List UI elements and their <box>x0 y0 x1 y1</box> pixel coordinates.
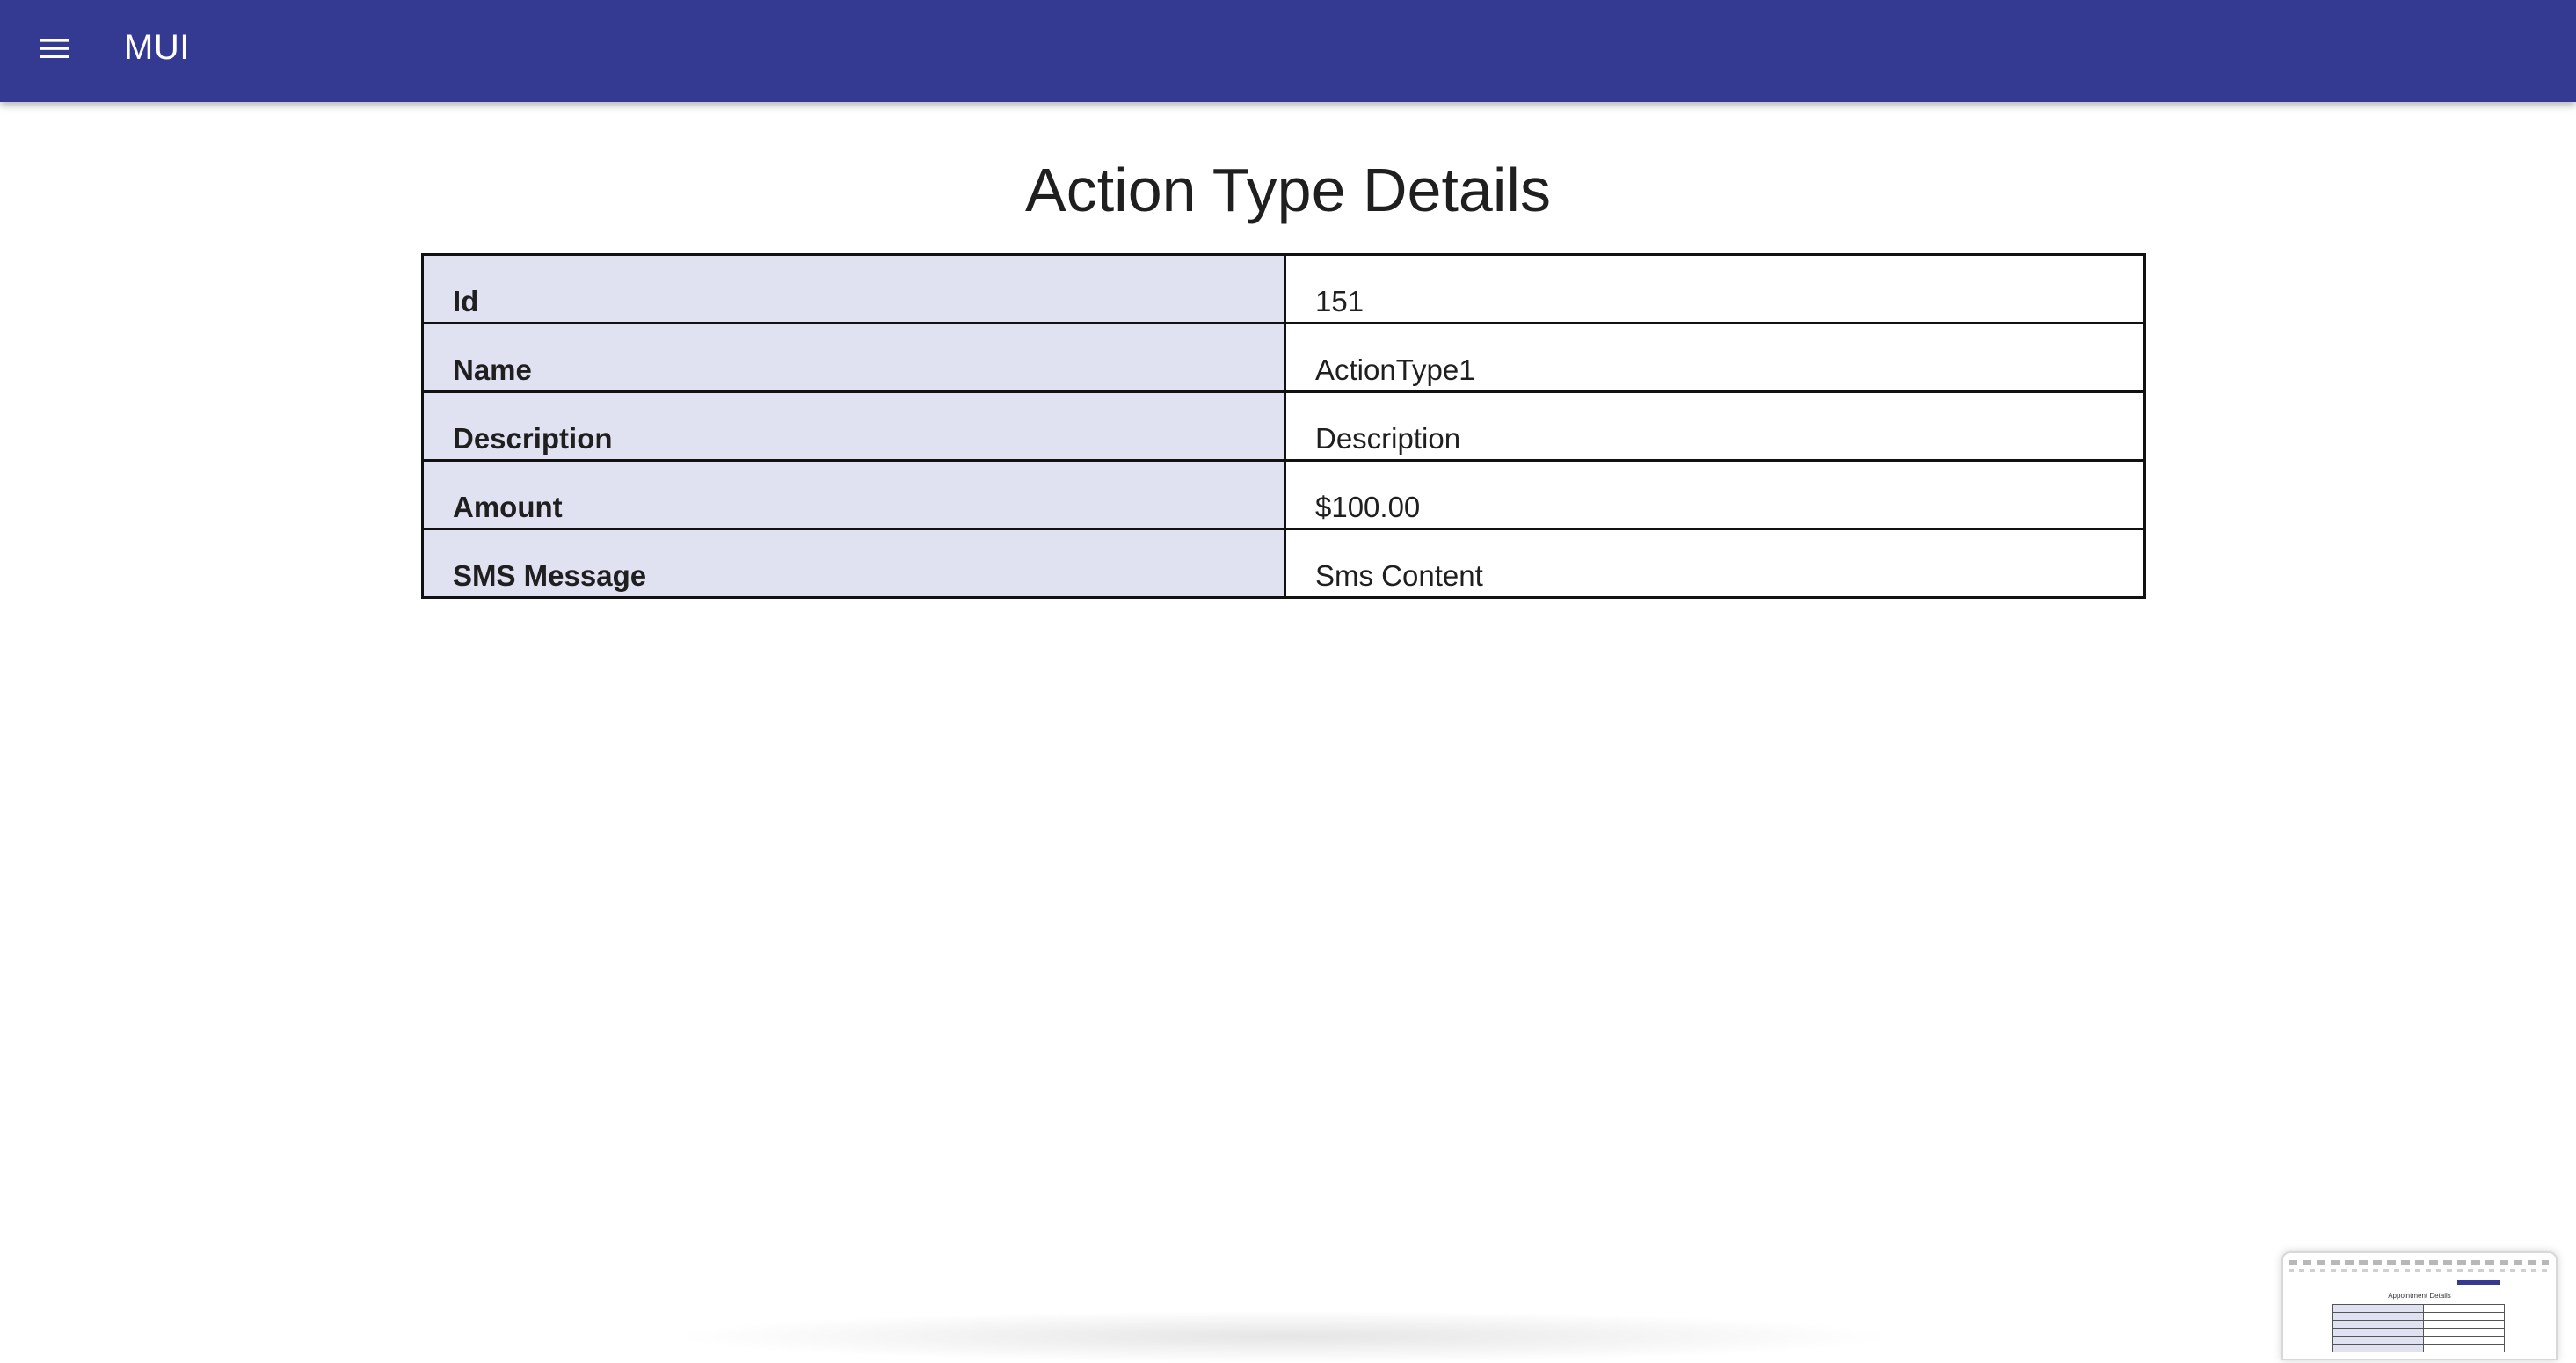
page-title: Action Type Details <box>1025 156 1551 224</box>
row-value-id: 151 <box>1284 253 2146 324</box>
row-label-sms-message: SMS Message <box>421 528 1286 599</box>
table-row: Name ActionType1 <box>421 322 2146 393</box>
app-bar: MUI <box>0 0 2576 102</box>
thumbnail-appbar <box>2457 1280 2500 1285</box>
row-value-description: Description <box>1284 390 2146 462</box>
thumbnail-toolbar <box>2289 1260 2549 1265</box>
row-value-sms-message: Sms Content <box>1284 528 2146 599</box>
thumbnail-address-bar <box>2289 1269 2549 1272</box>
menu-button[interactable] <box>21 15 88 82</box>
hamburger-menu-icon <box>40 39 69 58</box>
thumbnail-title: Appointment Details <box>2388 1292 2451 1300</box>
table-row: SMS Message Sms Content <box>421 528 2146 599</box>
details-table: Id 151 Name ActionType1 Description Desc… <box>421 253 2146 599</box>
table-row: Amount $100.00 <box>421 459 2146 530</box>
row-value-amount: $100.00 <box>1284 459 2146 530</box>
row-label-description: Description <box>421 390 1286 462</box>
row-value-name: ActionType1 <box>1284 322 2146 393</box>
bottom-shadow <box>668 1310 1899 1363</box>
row-label-name: Name <box>421 322 1286 393</box>
row-label-id: Id <box>421 253 1286 324</box>
thumbnail-table <box>2332 1304 2505 1352</box>
screenshot-thumbnail[interactable]: Appointment Details <box>2281 1251 2558 1360</box>
table-row: Id 151 <box>421 253 2146 324</box>
table-row: Description Description <box>421 390 2146 462</box>
row-label-amount: Amount <box>421 459 1286 530</box>
app-title: MUI <box>124 28 190 67</box>
